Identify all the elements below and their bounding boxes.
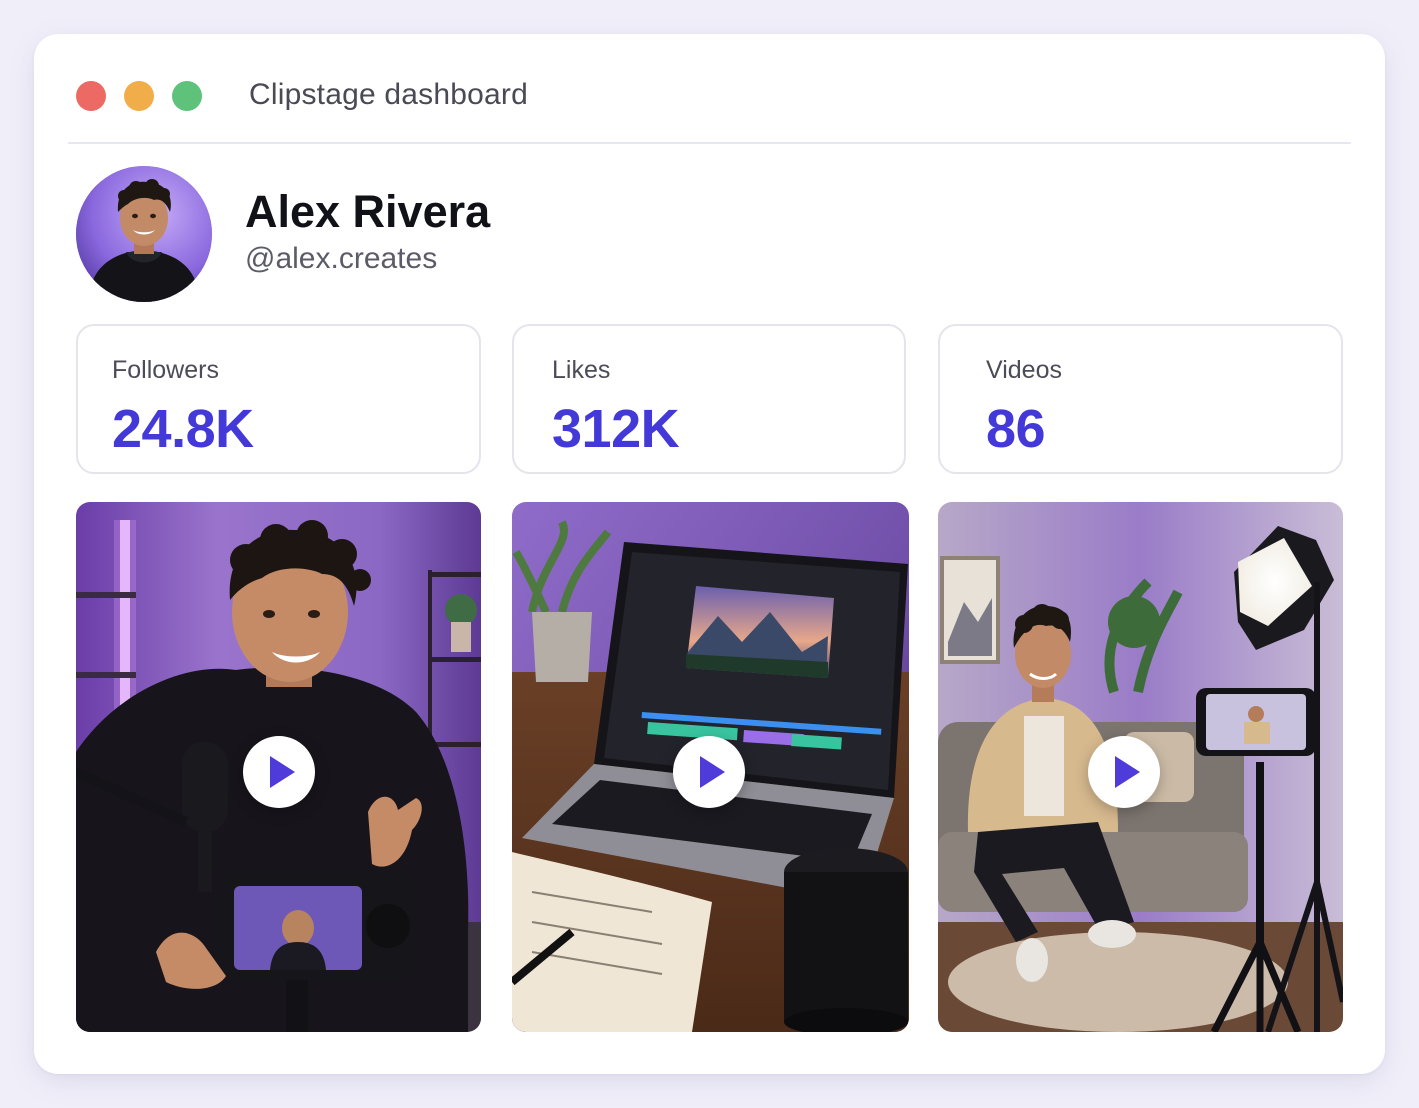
minimize-window-button[interactable] [124,81,154,111]
profile-handle: @alex.creates [245,242,438,275]
video-thumbnail-2[interactable] [512,502,909,1032]
play-button[interactable] [1088,736,1160,808]
stat-value: 24.8K [112,399,254,459]
app-window: Clipstage dashboard Alex Rivera @alex.cr… [34,34,1385,1074]
stat-label: Followers [112,356,219,384]
play-button[interactable] [673,736,745,808]
video-thumbnail-3[interactable] [938,502,1343,1032]
avatar[interactable] [76,166,212,302]
stat-label: Videos [986,356,1062,384]
maximize-window-button[interactable] [172,81,202,111]
video-thumbnail-1[interactable] [76,502,481,1032]
play-icon [1115,756,1140,788]
title-bar: Clipstage dashboard [68,34,1351,144]
window-title: Clipstage dashboard [249,78,528,111]
play-button[interactable] [243,736,315,808]
profile-name: Alex Rivera [245,186,491,237]
stat-value: 312K [552,399,680,459]
stat-card-videos: Videos 86 [938,324,1343,474]
play-icon [700,756,725,788]
stat-card-likes: Likes 312K [512,324,906,474]
stat-value: 86 [986,399,1046,459]
avatar-photo-icon [76,166,212,302]
stat-label: Likes [552,356,611,384]
stat-card-followers: Followers 24.8K [76,324,481,474]
close-window-button[interactable] [76,81,106,111]
play-icon [270,756,295,788]
